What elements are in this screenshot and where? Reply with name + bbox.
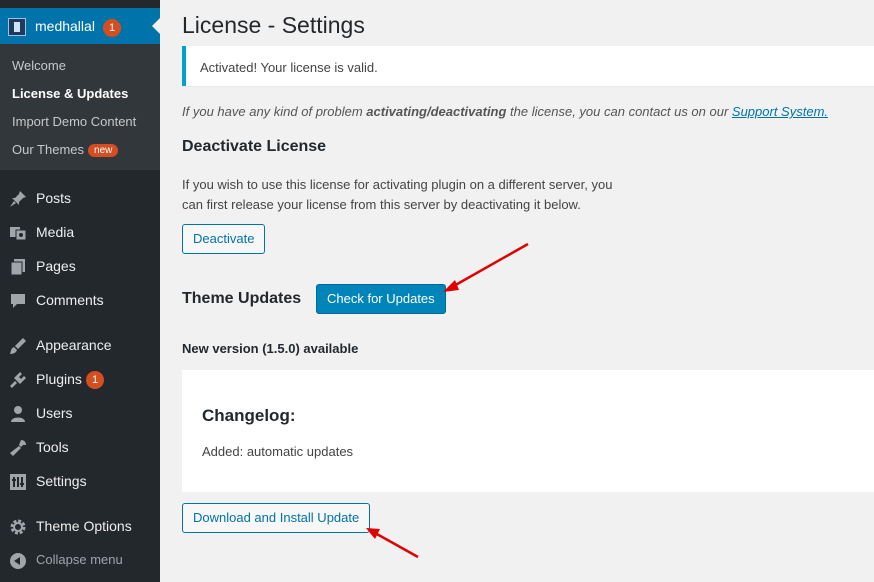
arrow-to-install-update [366, 528, 419, 559]
arrow-to-check-updates [443, 242, 529, 292]
annotation-arrows [366, 242, 529, 559]
